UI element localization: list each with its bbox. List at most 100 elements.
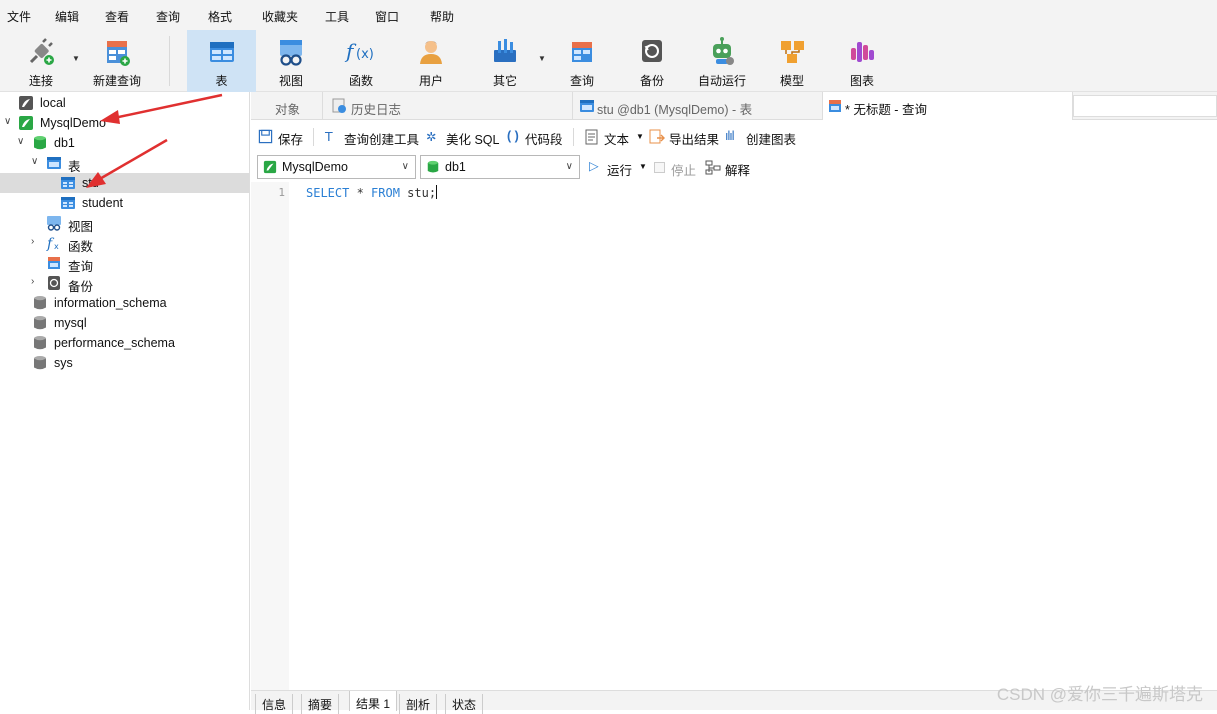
explain-button[interactable]: 解释 <box>725 160 750 179</box>
query-button[interactable]: 查询 <box>552 30 612 92</box>
tree-item-views[interactable]: 视图 <box>0 213 249 234</box>
text-caret <box>436 185 438 199</box>
database-select[interactable]: db1 ∨ <box>420 155 580 179</box>
tab-search-box[interactable] <box>1073 95 1217 117</box>
new-query-icon <box>107 41 130 66</box>
tree-item-mysql[interactable]: mysql <box>0 313 249 333</box>
connect-dropdown-icon[interactable]: ▼ <box>72 54 80 63</box>
chevron-down-icon[interactable]: ∨ <box>4 116 11 127</box>
text-button[interactable]: 文本 <box>604 129 629 148</box>
plug-icon <box>29 38 54 65</box>
tree-item-information-schema[interactable]: information_schema <box>0 293 249 313</box>
sql-keyword: FROM <box>371 186 400 200</box>
auto-run-button[interactable]: 自动运行 <box>692 30 752 92</box>
chevron-down-icon[interactable]: ∨ <box>31 156 38 167</box>
tree-item-backups[interactable]: › 备份 <box>0 273 249 294</box>
tree-item-mysqldemo[interactable]: ∨ MysqlDemo <box>0 113 249 133</box>
svg-text:x: x <box>54 242 59 251</box>
query-toolbar: 保存 𝖳 查询创建工具 ✲ 美化 SQL ( ) 代码段 文本 ▼ 导出结果 ı… <box>251 122 1217 152</box>
sql-keyword: SELECT <box>306 186 350 200</box>
chevron-down-icon: ∨ <box>565 161 573 172</box>
menu-tools[interactable]: 工具 <box>325 8 349 25</box>
menu-query[interactable]: 查询 <box>156 8 180 25</box>
menu-view[interactable]: 查看 <box>105 8 129 25</box>
tree-item-stu[interactable]: stu <box>0 173 249 193</box>
chevron-down-icon[interactable]: ∨ <box>17 136 24 147</box>
tab-info[interactable]: 信息 <box>255 694 294 714</box>
run-dropdown-icon[interactable]: ▼ <box>639 162 647 171</box>
menu-favorites[interactable]: 收藏夹 <box>262 8 298 25</box>
tab-query-untitled[interactable]: * 无标题 - 查询 <box>823 92 1073 120</box>
text-dropdown-icon[interactable]: ▼ <box>636 132 644 141</box>
connect-button[interactable]: 连接 ▼ <box>18 30 80 92</box>
menu-window[interactable]: 窗口 <box>375 8 399 25</box>
tree-item-sys[interactable]: sys <box>0 353 249 373</box>
beautify-sql-button[interactable]: 美化 SQL <box>446 129 500 148</box>
query-icon <box>829 100 841 112</box>
function-icon: f x <box>46 236 59 251</box>
save-button[interactable]: 保存 <box>278 129 303 148</box>
new-query-button[interactable]: 新建查询 <box>90 30 144 92</box>
menu-bar: 文件 编辑 查看 查询 格式 收藏夹 工具 窗口 帮助 <box>0 0 1217 30</box>
svg-text:(x): (x) <box>356 47 374 62</box>
tree-item-tables[interactable]: ∨ 表 <box>0 153 249 174</box>
view-icon <box>280 40 302 66</box>
connection-select[interactable]: MysqlDemo ∨ <box>257 155 416 179</box>
query-icon <box>572 42 592 62</box>
other-dropdown-icon[interactable]: ▼ <box>538 54 546 63</box>
sql-code-line[interactable]: SELECT * FROM stu; <box>306 185 438 200</box>
other-button[interactable]: 其它 ▼ <box>475 30 546 92</box>
table-button[interactable]: 表 <box>187 30 256 92</box>
tree-item-performance-schema[interactable]: performance_schema <box>0 333 249 353</box>
view-button[interactable]: 视图 <box>260 30 322 92</box>
tree-item-queries[interactable]: 查询 <box>0 253 249 274</box>
tab-history[interactable]: 历史日志 <box>323 92 573 120</box>
tab-result-1[interactable]: 结果 1 <box>349 691 398 711</box>
tree-item-student[interactable]: student <box>0 193 249 213</box>
menu-file[interactable]: 文件 <box>7 8 31 25</box>
code-snippet-button[interactable]: 代码段 <box>525 129 563 148</box>
chevron-down-icon: ∨ <box>401 161 409 172</box>
sql-token: * <box>349 186 372 200</box>
chevron-right-icon[interactable]: › <box>31 236 34 247</box>
menu-format[interactable]: 格式 <box>208 8 232 25</box>
chart-button[interactable]: 图表 <box>832 30 892 92</box>
query-builder-button[interactable]: 查询创建工具 <box>344 129 419 148</box>
backup-icon <box>48 276 60 290</box>
table-icon <box>61 197 75 209</box>
run-button[interactable]: 运行 <box>607 160 632 179</box>
tree-item-db1[interactable]: ∨ db1 <box>0 133 249 153</box>
tab-summary[interactable]: 摘要 <box>301 694 340 714</box>
model-button[interactable]: 模型 <box>762 30 822 92</box>
chevron-right-icon[interactable]: › <box>31 276 34 287</box>
export-icon <box>649 129 665 144</box>
create-chart-button[interactable]: 创建图表 <box>746 129 796 148</box>
table-folder-icon <box>47 157 61 169</box>
tab-table-stu[interactable]: stu @db1 (MysqlDemo) - 表 <box>573 92 823 120</box>
query-icon <box>48 257 60 269</box>
user-icon <box>420 41 442 64</box>
save-icon <box>258 129 273 144</box>
backup-button[interactable]: 备份 <box>622 30 682 92</box>
tree-item-local[interactable]: local <box>0 93 249 113</box>
stop-icon <box>654 162 665 173</box>
table-icon <box>61 177 75 189</box>
model-icon <box>781 41 804 63</box>
tree-item-functions[interactable]: › f x 函数 <box>0 233 249 254</box>
tab-objects[interactable]: 对象 <box>251 92 323 120</box>
function-button[interactable]: f (x) 函数 <box>330 30 392 92</box>
menu-edit[interactable]: 编辑 <box>55 8 79 25</box>
user-button[interactable]: 用户 <box>400 30 462 92</box>
connection-icon <box>19 96 33 110</box>
export-results-button[interactable]: 导出结果 <box>669 129 719 148</box>
stop-button[interactable]: 停止 <box>671 160 696 179</box>
database-grey-icon <box>34 336 46 350</box>
database-grey-icon <box>34 296 46 310</box>
view-icon <box>47 216 61 231</box>
database-icon <box>34 136 46 150</box>
tab-status[interactable]: 状态 <box>445 694 484 714</box>
menu-help[interactable]: 帮助 <box>430 8 454 25</box>
tab-profile[interactable]: 剖析 <box>399 694 438 714</box>
text-document-icon <box>585 129 598 145</box>
sql-editor[interactable]: 1 SELECT * FROM stu; <box>251 182 1217 690</box>
